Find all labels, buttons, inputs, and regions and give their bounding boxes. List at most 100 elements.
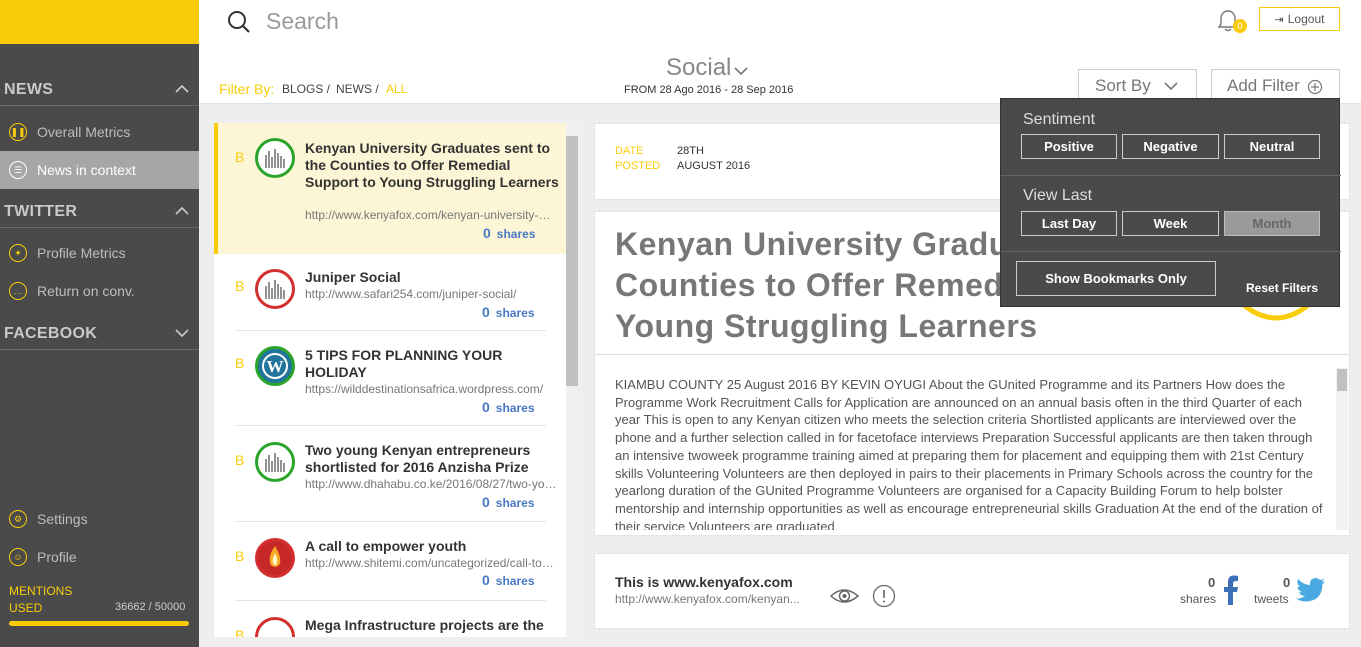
blog-badge: B <box>235 627 245 637</box>
item-shares: 0 shares <box>482 399 535 415</box>
sidebar-item-profile[interactable]: ☺ Profile <box>0 538 199 576</box>
sidebar-item-overall-metrics[interactable]: ❚❚ Overall Metrics <box>0 113 199 151</box>
twitter-icon[interactable] <box>1296 578 1326 602</box>
logo[interactable] <box>0 0 199 44</box>
source-name: This is www.kenyafox.com <box>615 574 793 590</box>
posted-label: POSTED <box>615 160 661 172</box>
filter-blogs[interactable]: BLOGS / <box>282 82 330 96</box>
date-label: DATE <box>615 145 644 157</box>
section-twitter[interactable]: TWITTER <box>0 194 199 228</box>
item-url: http://www.shitemi.com/uncategorized/cal… <box>305 556 557 570</box>
article-list: B Kenyan University Graduates sent to th… <box>214 123 566 637</box>
posted-value: AUGUST 2016 <box>677 160 751 172</box>
sidebar-item-label: Overall Metrics <box>37 124 131 140</box>
mentions-value: 36662 / 50000 <box>115 601 186 613</box>
view-last-title: View Last <box>1023 187 1093 204</box>
chevron-down-icon <box>175 329 189 338</box>
category-select[interactable]: Social <box>666 54 731 82</box>
source-url[interactable]: http://www.kenyafox.com/kenyan... <box>615 592 800 606</box>
notification-badge: 0 <box>1233 19 1247 33</box>
svg-text:W: W <box>267 357 284 376</box>
sentiment-negative-button[interactable]: Negative <box>1122 134 1219 159</box>
plus-circle-icon <box>1307 79 1323 95</box>
item-url: http://www.safari254.com/juniper-social/ <box>305 287 517 301</box>
filter-by-label: Filter By: <box>219 81 275 97</box>
list-icon: ☰ <box>9 161 27 179</box>
logout-label: Logout <box>1287 12 1325 26</box>
chevron-up-icon <box>175 206 189 215</box>
item-url: http://www.dhahabu.co.ke/2016/08/27/two-… <box>305 477 557 491</box>
sidebar-item-news-in-context[interactable]: ☰ News in context <box>0 151 199 189</box>
chevron-down-icon[interactable] <box>733 65 749 77</box>
item-title: Juniper Social <box>305 269 401 285</box>
section-title: NEWS <box>4 81 54 98</box>
twitter-icon: ✦ <box>9 244 27 262</box>
divider <box>595 354 1349 355</box>
search-icon[interactable] <box>226 9 252 35</box>
sidebar-item-label: Profile <box>37 549 77 565</box>
sidebar-item-settings[interactable]: ⚙ Settings <box>0 500 199 538</box>
list-item[interactable]: B Juniper Social http://www.safari254.co… <box>214 254 566 331</box>
section-news[interactable]: NEWS <box>0 72 199 106</box>
article-body: KIAMBU COUNTY 25 August 2016 BY KEVIN OY… <box>615 377 1323 530</box>
list-item[interactable]: B A call to empower youth http://www.shi… <box>214 522 566 601</box>
sort-by-button[interactable]: Sort By <box>1078 69 1197 100</box>
view-last-day-button[interactable]: Last Day <box>1021 211 1117 236</box>
wordpress-icon: W <box>255 346 295 386</box>
sentiment-positive-button[interactable]: Positive <box>1021 134 1117 159</box>
blog-badge: B <box>235 452 245 468</box>
article-scrollbar-thumb[interactable] <box>1337 369 1347 391</box>
list-scrollbar-thumb[interactable] <box>566 136 578 386</box>
news-icon: ❚❚ <box>9 123 27 141</box>
blog-badge: B <box>235 548 245 564</box>
item-url: http://www.kenyafox.com/kenyan-universit… <box>305 208 557 222</box>
eye-icon[interactable] <box>829 586 860 606</box>
add-filter-label: Add Filter <box>1227 76 1300 95</box>
item-title: Kenyan University Graduates sent to the … <box>305 140 559 190</box>
source-avatar <box>255 138 295 178</box>
filter-dropdown: Sentiment Positive Negative Neutral View… <box>1000 98 1341 307</box>
twitter-tweet-label: tweets <box>1254 592 1289 606</box>
search-input[interactable] <box>266 5 766 37</box>
divider <box>1001 175 1341 176</box>
section-title: TWITTER <box>4 203 78 220</box>
blog-badge: B <box>235 355 245 371</box>
view-week-button[interactable]: Week <box>1122 211 1219 236</box>
sort-by-label: Sort By <box>1095 76 1151 95</box>
item-title: A call to empower youth <box>305 538 467 554</box>
filter-news[interactable]: NEWS / <box>336 82 379 96</box>
logout-icon: ⇥ <box>1274 13 1284 26</box>
logout-button[interactable]: ⇥ Logout <box>1259 7 1340 31</box>
reset-filters-button[interactable]: Reset Filters <box>1246 281 1318 295</box>
list-item[interactable]: B Two young Kenyan entrepreneurs shortli… <box>214 426 566 522</box>
add-filter-button[interactable]: Add Filter <box>1211 69 1340 100</box>
show-bookmarks-button[interactable]: Show Bookmarks Only <box>1016 261 1216 296</box>
chevron-up-icon <box>175 84 189 93</box>
mentions-label: MENTIONS USED <box>9 584 73 615</box>
filter-all[interactable]: ALL <box>386 82 407 96</box>
section-facebook[interactable]: FACEBOOK <box>0 316 199 350</box>
list-item[interactable]: B W 5 TIPS FOR PLANNING YOUR HOLIDAY htt… <box>214 331 566 426</box>
item-shares: 0 shares <box>482 494 535 510</box>
sidebar-item-profile-metrics[interactable]: ✦ Profile Metrics <box>0 234 199 272</box>
item-shares: 0 shares <box>482 572 535 588</box>
alert-icon[interactable] <box>872 584 896 608</box>
list-item[interactable]: B Kenyan University Graduates sent to th… <box>214 123 566 254</box>
flame-icon <box>255 538 295 578</box>
sentiment-neutral-button[interactable]: Neutral <box>1224 134 1320 159</box>
chevron-down-icon <box>1164 82 1178 91</box>
source-avatar <box>255 269 295 309</box>
facebook-icon[interactable] <box>1221 575 1241 605</box>
blog-badge: B <box>235 149 245 165</box>
item-title: 5 TIPS FOR PLANNING YOUR HOLIDAY <box>305 347 503 380</box>
view-month-button[interactable]: Month <box>1224 211 1320 236</box>
twitter-tweet-count: 0 <box>1283 575 1291 590</box>
article-scrollbar[interactable] <box>1336 368 1348 530</box>
sidebar-item-label: Return on conv. <box>37 283 135 299</box>
sidebar-item-label: News in context <box>37 162 136 178</box>
blog-badge: B <box>235 278 245 294</box>
sidebar-item-return-on-conv[interactable]: … Return on conv. <box>0 272 199 310</box>
divider <box>1001 251 1341 252</box>
item-shares: 0 shares <box>483 225 536 241</box>
list-item[interactable]: B Mega Infrastructure projects are the k… <box>214 601 566 637</box>
